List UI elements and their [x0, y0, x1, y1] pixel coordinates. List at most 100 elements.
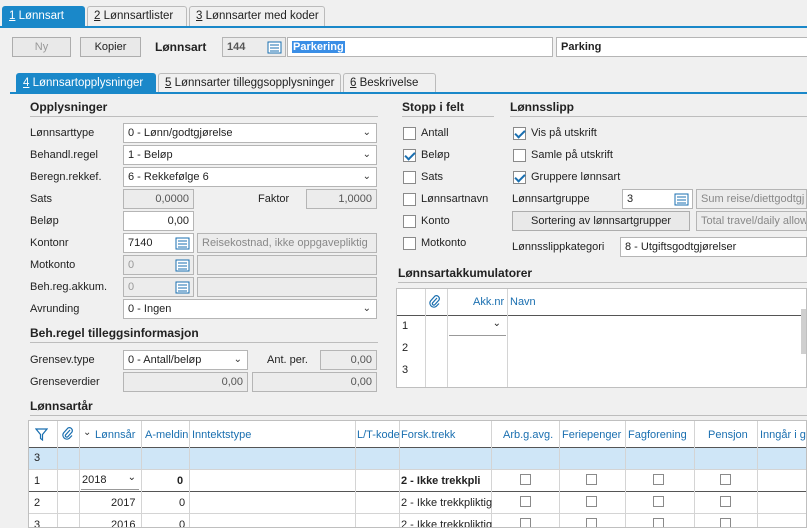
year-select[interactable]: 2018 ⌄ — [81, 472, 139, 490]
konto-checkbox[interactable] — [403, 215, 416, 228]
arbgavg-checkbox[interactable] — [520, 518, 531, 527]
beregn-select[interactable]: 6 - Rekkefølge 6 ⌄ — [123, 167, 377, 187]
divider — [398, 282, 807, 283]
col-lonnsar[interactable]: Lønnsår — [95, 429, 135, 441]
belop-checkbox[interactable] — [403, 149, 416, 162]
grenseverdi-1-field[interactable]: 0,00 — [123, 372, 248, 392]
grensev-label: Grensev.type — [30, 354, 95, 366]
fagforening-checkbox[interactable] — [653, 474, 664, 485]
sub-tab-line — [10, 92, 807, 94]
col-forsktrekk[interactable]: Forsk.trekk — [401, 429, 455, 441]
pensjon-checkbox[interactable] — [720, 518, 731, 527]
avrunding-select[interactable]: 0 - Ingen ⌄ — [123, 299, 377, 319]
lonnsart-name-field[interactable]: Parkering — [287, 37, 553, 57]
col-akknr[interactable]: Akk.nr — [473, 296, 504, 308]
gruppere-checkbox[interactable] — [513, 171, 526, 184]
belop-label: Beløp — [30, 215, 59, 227]
feriepenger-checkbox[interactable] — [586, 496, 597, 507]
akknr-select[interactable]: ⌄ — [449, 317, 506, 336]
antall-checkbox[interactable] — [403, 127, 416, 140]
tab-lonnsart[interactable]: 1 Lønnsart — [2, 6, 85, 26]
kategori-select[interactable]: 8 - Utgiftsgodtgjørelser — [620, 237, 807, 257]
chevron-down-icon: ⌄ — [362, 303, 371, 314]
behandl-select[interactable]: 1 - Beløp ⌄ — [123, 145, 377, 165]
lonnsarttype-select[interactable]: 0 - Lønn/godtgjørelse ⌄ — [123, 123, 377, 143]
col-arbgavg[interactable]: Arb.g.avg. — [503, 429, 553, 441]
grenseverdi-2-field[interactable]: 0,00 — [252, 372, 377, 392]
copy-button[interactable]: Kopier — [80, 37, 141, 57]
forsk-cell: 2 - Ikke trekkpli — [401, 475, 481, 487]
lonnsarar-grid: 3 ⌄ Lønnsår A-meldin Inntektstype L/T-ko… — [28, 420, 807, 528]
grid-col-divider — [507, 289, 508, 387]
motkonto-checkbox[interactable] — [403, 237, 416, 250]
grensev-select[interactable]: 0 - Antall/beløp ⌄ — [123, 350, 248, 370]
arbgavg-checkbox[interactable] — [520, 474, 531, 485]
tillegg-title: Beh.regel tilleggsinformasjon — [30, 326, 199, 340]
samle-utskrift-checkbox[interactable] — [513, 149, 526, 162]
filter-row[interactable] — [29, 448, 806, 469]
feriepenger-checkbox[interactable] — [586, 474, 597, 485]
forsk-cell: 2 - Ikke trekkpliktig — [401, 519, 493, 528]
belop-field[interactable]: 0,00 — [123, 211, 194, 231]
tab-lonnsartlister[interactable]: 2 Lønnsartlister — [87, 6, 187, 26]
tab-lonnsarter-med-koder[interactable]: 3 Lønnsarter med koder — [189, 6, 325, 26]
lonnsartgruppe-description: Sum reise/diettgodtgj — [696, 189, 807, 209]
tab-lonnsartopplysninger[interactable]: 4 Lønnsartopplysninger — [16, 73, 156, 93]
sort-chevron-icon[interactable]: ⌄ — [83, 427, 91, 438]
motkonto-stop-label: Motkonto — [421, 237, 467, 249]
pensjon-checkbox[interactable] — [720, 496, 731, 507]
vis-utskrift-checkbox[interactable] — [513, 127, 526, 140]
lookup-icon[interactable] — [175, 258, 191, 274]
grid-col-divider — [79, 421, 80, 527]
col-feriepenger[interactable]: Feriepenger — [562, 429, 621, 441]
col-fagforening[interactable]: Fagforening — [628, 429, 687, 441]
pensjon-checkbox[interactable] — [720, 474, 731, 485]
lookup-icon[interactable] — [674, 192, 690, 208]
year-cell: 2016 — [111, 519, 136, 528]
fagforening-checkbox[interactable] — [653, 518, 664, 527]
lonnsart-name2-field[interactable]: Parking — [556, 37, 807, 57]
attachment-icon[interactable] — [62, 427, 74, 441]
col-ameldin[interactable]: A-meldin — [145, 429, 188, 441]
sats-checkbox[interactable] — [403, 171, 416, 184]
lookup-icon[interactable] — [175, 280, 191, 296]
row-number: 3 — [402, 364, 409, 376]
sats-field[interactable]: 0,0000 — [123, 189, 194, 209]
chevron-down-icon: ⌄ — [492, 318, 501, 329]
divider — [402, 116, 494, 117]
antall-label: Antall — [421, 127, 449, 139]
kategori-label: Lønnsslippkategori — [512, 241, 605, 253]
grid-col-divider — [57, 421, 58, 527]
faktor-field[interactable]: 1,0000 — [306, 189, 377, 209]
lookup-icon[interactable] — [267, 40, 283, 56]
tab-beskrivelse[interactable]: 6 Beskrivelse — [343, 73, 436, 93]
lonnsartgruppe-label: Lønnsartgruppe — [512, 193, 590, 205]
filter-icon[interactable] — [35, 428, 48, 441]
new-button[interactable]: Ny — [12, 37, 71, 57]
sortering-button[interactable]: Sortering av lønnsartgrupper — [512, 211, 690, 231]
beregn-label: Beregn.rekkef. — [30, 171, 102, 183]
antper-field[interactable]: 0,00 — [320, 350, 377, 370]
chevron-down-icon: ⌄ — [362, 171, 371, 182]
col-inngar[interactable]: Inngår i gr — [760, 429, 806, 441]
kontonr-label: Kontonr — [30, 237, 69, 249]
attachment-icon[interactable] — [429, 295, 441, 309]
forsk-cell: 2 - Ikke trekkpliktig — [401, 497, 493, 509]
lonnsartnavn-label: Lønnsartnavn — [421, 193, 489, 205]
grid-col-divider — [355, 421, 356, 527]
col-inntektstype[interactable]: Inntektstype — [192, 429, 251, 441]
lookup-icon[interactable] — [175, 236, 191, 252]
scrollbar[interactable] — [801, 309, 806, 354]
kontonr-description: Reisekostnad, ikke oppgavepliktig — [197, 233, 377, 253]
col-ltkode[interactable]: L/T-kode — [357, 429, 400, 441]
lonnsartnavn-checkbox[interactable] — [403, 193, 416, 206]
tab-tilleggsopplysninger[interactable]: 5 Lønnsarter tilleggsopplysninger — [158, 73, 341, 93]
fagforening-checkbox[interactable] — [653, 496, 664, 507]
feriepenger-checkbox[interactable] — [586, 518, 597, 527]
opplysninger-title: Opplysninger — [30, 100, 108, 114]
arbgavg-checkbox[interactable] — [520, 496, 531, 507]
filter-row-number: 3 — [34, 452, 41, 464]
col-pensjon[interactable]: Pensjon — [708, 429, 748, 441]
akkumulator-grid: Akk.nr Navn 1 ⌄ 2 3 — [396, 288, 807, 388]
col-navn[interactable]: Navn — [510, 296, 536, 308]
